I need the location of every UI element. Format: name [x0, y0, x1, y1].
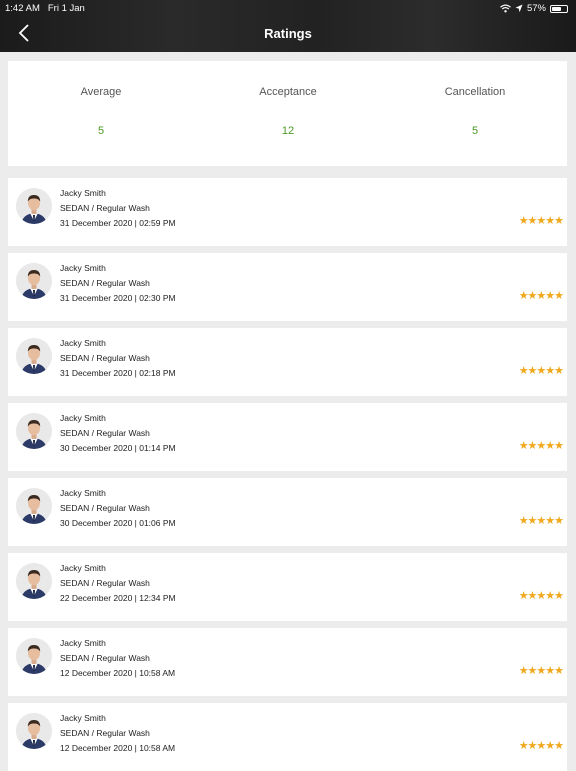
battery-percent: 57% [526, 3, 546, 14]
rating-row[interactable]: Jacky Smith SEDAN / Regular Wash 30 Dece… [8, 403, 567, 471]
ratings-summary-card: Average 5 Acceptance 12 Cancellation 5 [8, 61, 567, 166]
service-type: SEDAN / Regular Wash [60, 728, 150, 738]
rating-row[interactable]: Jacky Smith SEDAN / Regular Wash 12 Dece… [8, 628, 567, 696]
cancellation-stat: Cancellation 5 [415, 86, 535, 137]
rating-datetime: 12 December 2020 | 10:58 AM [60, 743, 176, 753]
service-type: SEDAN / Regular Wash [60, 428, 150, 438]
star-rating: ★★★★★ [518, 515, 564, 527]
customer-name: Jacky Smith [60, 563, 106, 573]
average-label: Average [80, 86, 122, 98]
avatar [16, 338, 52, 374]
rating-datetime: 22 December 2020 | 12:34 PM [60, 593, 176, 603]
rating-row[interactable]: Jacky Smith SEDAN / Regular Wash 30 Dece… [8, 478, 567, 546]
rating-datetime: 30 December 2020 | 01:14 PM [60, 443, 176, 453]
customer-name: Jacky Smith [60, 263, 106, 273]
customer-name: Jacky Smith [60, 338, 106, 348]
service-type: SEDAN / Regular Wash [60, 203, 150, 213]
customer-name: Jacky Smith [60, 413, 106, 423]
average-value: 5 [97, 125, 105, 137]
customer-name: Jacky Smith [60, 188, 106, 198]
status-time: 1:42 AM Fri 1 Jan [5, 3, 85, 14]
star-rating: ★★★★★ [518, 290, 564, 302]
cancellation-value: 5 [471, 125, 479, 137]
rating-datetime: 31 December 2020 | 02:30 PM [60, 293, 176, 303]
customer-name: Jacky Smith [60, 638, 106, 648]
star-rating: ★★★★★ [518, 740, 564, 752]
location-icon [515, 4, 523, 13]
rating-row[interactable]: Jacky Smith SEDAN / Regular Wash 22 Dece… [8, 553, 567, 621]
page-title: Ratings [264, 26, 312, 41]
wifi-icon [500, 4, 511, 13]
status-indicators: 57% [500, 3, 568, 14]
rating-row[interactable]: Jacky Smith SEDAN / Regular Wash 31 Dece… [8, 178, 567, 246]
service-type: SEDAN / Regular Wash [60, 578, 150, 588]
customer-name: Jacky Smith [60, 713, 106, 723]
star-rating: ★★★★★ [518, 440, 564, 452]
rating-datetime: 31 December 2020 | 02:59 PM [60, 218, 176, 228]
avatar [16, 413, 52, 449]
avatar [16, 188, 52, 224]
star-rating: ★★★★★ [518, 590, 564, 602]
service-type: SEDAN / Regular Wash [60, 653, 150, 663]
acceptance-stat: Acceptance 12 [228, 86, 348, 137]
app-header: 1:42 AM Fri 1 Jan 57% Ratings [0, 0, 576, 52]
cancellation-label: Cancellation [444, 86, 506, 98]
service-type: SEDAN / Regular Wash [60, 353, 150, 363]
service-type: SEDAN / Regular Wash [60, 503, 150, 513]
avatar [16, 638, 52, 674]
rating-datetime: 30 December 2020 | 01:06 PM [60, 518, 176, 528]
rating-row[interactable]: Jacky Smith SEDAN / Regular Wash 31 Dece… [8, 328, 567, 396]
star-rating: ★★★★★ [518, 365, 564, 377]
rating-row[interactable]: Jacky Smith SEDAN / Regular Wash 12 Dece… [8, 703, 567, 771]
avatar [16, 713, 52, 749]
service-type: SEDAN / Regular Wash [60, 278, 150, 288]
star-rating: ★★★★★ [518, 665, 564, 677]
avatar [16, 488, 52, 524]
acceptance-value: 12 [281, 125, 295, 137]
star-rating: ★★★★★ [518, 215, 564, 227]
average-stat: Average 5 [41, 86, 161, 137]
rating-row[interactable]: Jacky Smith SEDAN / Regular Wash 31 Dece… [8, 253, 567, 321]
avatar [16, 263, 52, 299]
avatar [16, 563, 52, 599]
customer-name: Jacky Smith [60, 488, 106, 498]
rating-datetime: 12 December 2020 | 10:58 AM [60, 668, 176, 678]
rating-datetime: 31 December 2020 | 02:18 PM [60, 368, 176, 378]
acceptance-label: Acceptance [259, 86, 317, 98]
battery-icon [550, 4, 568, 13]
